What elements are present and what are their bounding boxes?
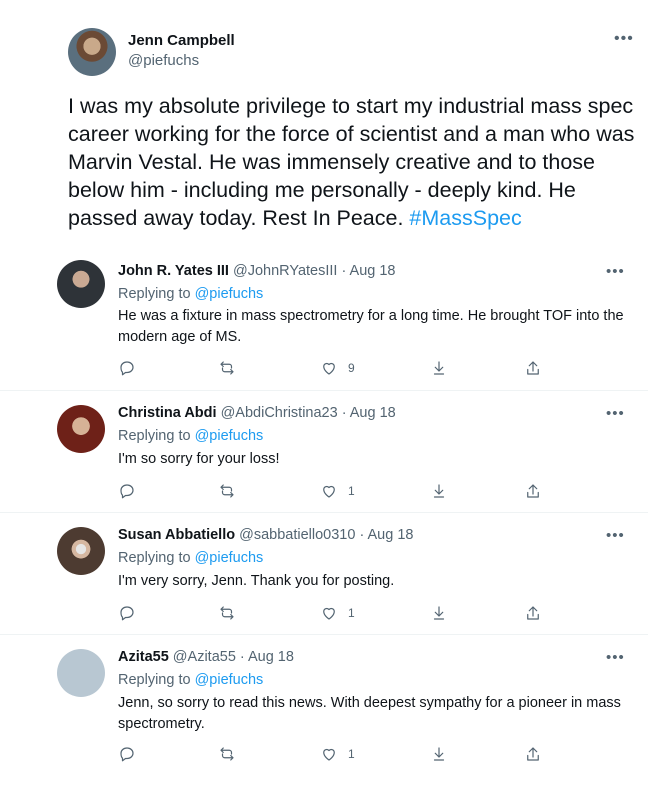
replying-prefix: Replying to: [118, 672, 195, 688]
replying-to: Replying to @piefuchs: [118, 550, 263, 566]
like-count: 1: [348, 484, 355, 498]
download-icon: [433, 747, 445, 761]
like-icon: [323, 748, 335, 761]
like-icon: [323, 485, 335, 498]
more-options-icon[interactable]: •••: [606, 527, 625, 544]
reply-author-name[interactable]: Susan Abbatiello: [118, 527, 235, 543]
reply-author-meta[interactable]: @sabbatiello0310 · Aug 18: [235, 527, 413, 543]
replying-handle-link[interactable]: @piefuchs: [195, 672, 264, 688]
action-bar: 9: [118, 359, 578, 379]
tweet-text: I was my absolute privilege to start my …: [68, 92, 640, 232]
retweet-button[interactable]: [218, 482, 236, 500]
more-options-icon[interactable]: •••: [614, 30, 634, 48]
download-icon: [433, 361, 445, 375]
like-count: 1: [348, 747, 355, 761]
reply-text: Jenn, so sorry to read this news. With d…: [118, 695, 621, 732]
like-button[interactable]: 1: [320, 604, 355, 622]
reply-tweet[interactable]: Christina Abdi @AbdiChristina23 · Aug 18…: [0, 390, 648, 512]
reply-button[interactable]: [118, 604, 136, 622]
download-button[interactable]: [430, 745, 448, 763]
reply-button[interactable]: [118, 745, 136, 763]
reply-text: He was a fixture in mass spectrometry fo…: [118, 308, 624, 345]
download-icon: [433, 606, 445, 620]
like-icon: [323, 362, 335, 375]
reply-icon: [120, 747, 134, 762]
like-count: 1: [348, 606, 355, 620]
replying-prefix: Replying to: [118, 550, 195, 566]
reply-icon: [120, 361, 134, 376]
retweet-icon: [220, 484, 234, 498]
hashtag-link[interactable]: #MassSpec: [409, 206, 521, 230]
retweet-icon: [220, 361, 234, 375]
download-button[interactable]: [430, 482, 448, 500]
reply-tweet[interactable]: John R. Yates III @JohnRYatesIII · Aug 1…: [0, 258, 648, 390]
reply-button[interactable]: [118, 482, 136, 500]
share-button[interactable]: [524, 745, 542, 763]
retweet-button[interactable]: [218, 604, 236, 622]
like-icon: [323, 607, 335, 620]
replying-to: Replying to @piefuchs: [118, 672, 263, 688]
reply-author-name[interactable]: Christina Abdi: [118, 405, 217, 421]
reply-button[interactable]: [118, 359, 136, 377]
reply-icon: [120, 606, 134, 621]
replying-prefix: Replying to: [118, 286, 195, 302]
main-tweet: Jenn Campbell @piefuchs ••• I was my abs…: [0, 0, 648, 258]
more-options-icon[interactable]: •••: [606, 405, 625, 422]
retweet-button[interactable]: [218, 745, 236, 763]
download-icon: [433, 484, 445, 498]
retweet-icon: [220, 747, 234, 761]
reply-author-meta[interactable]: @JohnRYatesIII · Aug 18: [229, 263, 396, 279]
action-bar: 1: [118, 482, 578, 502]
avatar[interactable]: [57, 527, 105, 575]
share-icon: [527, 606, 539, 620]
replying-prefix: Replying to: [118, 428, 195, 444]
reply-icon: [120, 484, 134, 499]
reply-author-name[interactable]: John R. Yates III: [118, 263, 229, 279]
reply-text: I'm very sorry, Jenn. Thank you for post…: [118, 573, 395, 589]
reply-header: Christina Abdi @AbdiChristina23 · Aug 18: [118, 405, 396, 421]
download-button[interactable]: [430, 604, 448, 622]
reply-header: John R. Yates III @JohnRYatesIII · Aug 1…: [118, 263, 395, 279]
action-bar: 1: [118, 604, 578, 624]
replying-handle-link[interactable]: @piefuchs: [195, 550, 264, 566]
reply-author-meta[interactable]: @AbdiChristina23 · Aug 18: [217, 405, 396, 421]
share-icon: [527, 361, 539, 375]
share-icon: [527, 747, 539, 761]
avatar[interactable]: [57, 649, 105, 697]
avatar[interactable]: [57, 405, 105, 453]
replying-handle-link[interactable]: @piefuchs: [195, 428, 264, 444]
reply-tweet[interactable]: Azita55 @Azita55 · Aug 18 ••• Replying t…: [0, 634, 648, 794]
like-button[interactable]: 1: [320, 482, 355, 500]
download-button[interactable]: [430, 359, 448, 377]
like-button[interactable]: 1: [320, 745, 355, 763]
replying-handle-link[interactable]: @piefuchs: [195, 286, 264, 302]
more-options-icon[interactable]: •••: [606, 263, 625, 280]
share-button[interactable]: [524, 604, 542, 622]
reply-header: Susan Abbatiello @sabbatiello0310 · Aug …: [118, 527, 413, 543]
avatar[interactable]: [57, 260, 105, 308]
reply-header: Azita55 @Azita55 · Aug 18: [118, 649, 294, 665]
share-icon: [527, 484, 539, 498]
like-count: 9: [348, 361, 355, 375]
share-button[interactable]: [524, 482, 542, 500]
reply-text: I'm so sorry for your loss!: [118, 451, 280, 467]
action-bar: 1: [118, 745, 578, 765]
like-button[interactable]: 9: [320, 359, 355, 377]
share-button[interactable]: [524, 359, 542, 377]
replying-to: Replying to @piefuchs: [118, 286, 263, 302]
author-avatar[interactable]: [68, 28, 116, 76]
author-name[interactable]: Jenn Campbell: [128, 32, 235, 49]
tweet-body: I was my absolute privilege to start my …: [68, 94, 635, 230]
reply-author-name[interactable]: Azita55: [118, 649, 169, 665]
replying-to: Replying to @piefuchs: [118, 428, 263, 444]
reply-author-meta[interactable]: @Azita55 · Aug 18: [169, 649, 294, 665]
more-options-icon[interactable]: •••: [606, 649, 625, 666]
retweet-button[interactable]: [218, 359, 236, 377]
author-handle[interactable]: @piefuchs: [128, 52, 199, 69]
reply-tweet[interactable]: Susan Abbatiello @sabbatiello0310 · Aug …: [0, 512, 648, 634]
retweet-icon: [220, 606, 234, 620]
